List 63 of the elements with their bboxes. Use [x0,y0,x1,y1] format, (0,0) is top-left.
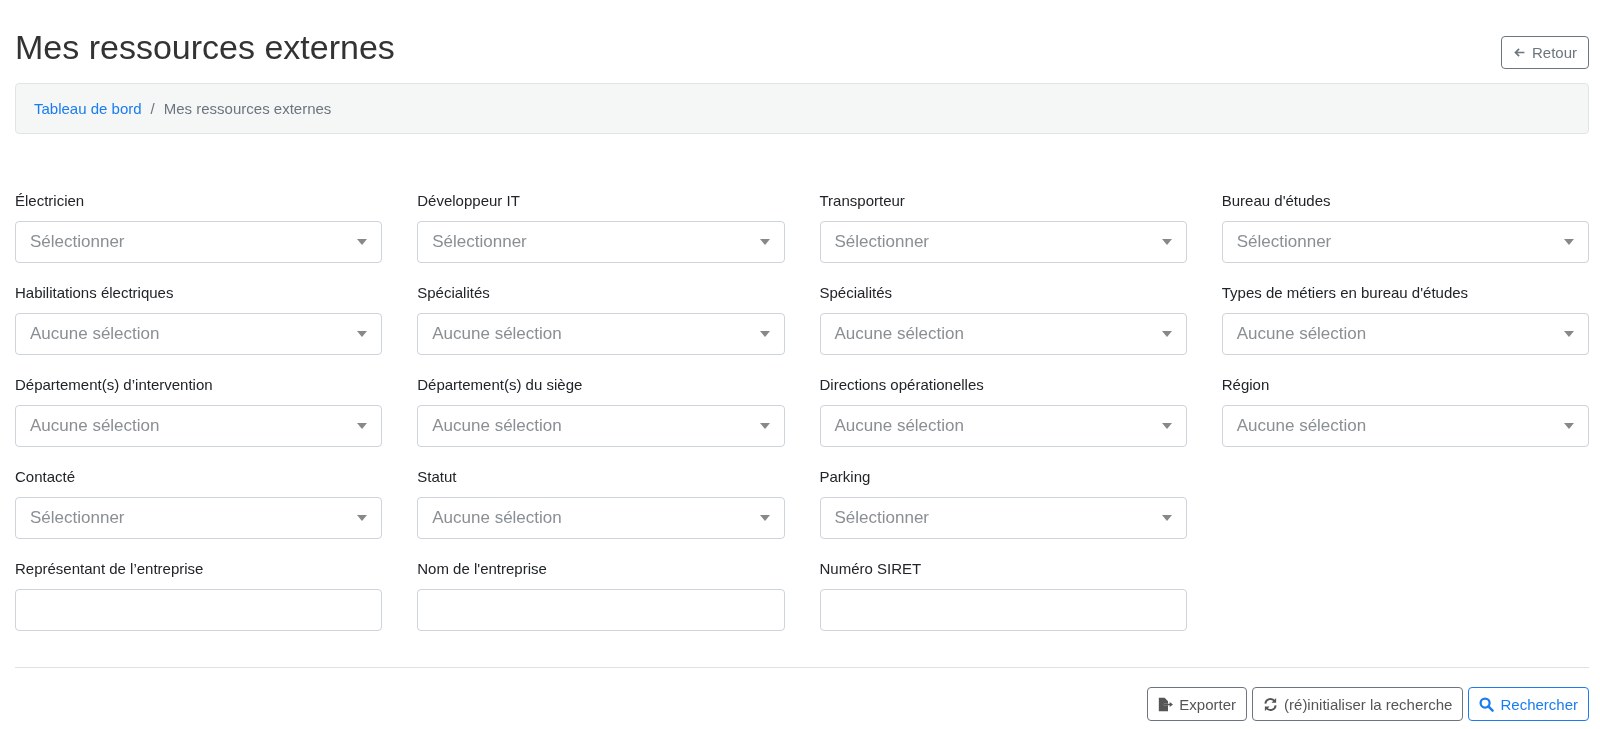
field-label: Département(s) d’intervention [15,375,214,395]
arrow-left-icon [1512,46,1526,59]
field-label: Spécialités [417,283,491,303]
select-field[interactable]: Aucune sélection [1221,405,1589,447]
field-label: Spécialités [819,283,894,303]
select-field[interactable]: Sélectionner [819,497,1187,539]
caret-down-icon [357,239,368,245]
field-label: Électricien [15,191,86,211]
field-label: Bureau d'études [1221,191,1332,211]
field-label: Types de métiers en bureau d'études [1221,283,1470,303]
caret-down-icon [1161,239,1172,245]
caret-down-icon [1564,423,1574,429]
select-field[interactable]: Sélectionner [15,497,383,539]
input-field[interactable] [417,589,785,631]
field-label: Habilitations électriques [15,283,175,303]
caret-down-icon [357,331,368,337]
input-field[interactable] [819,589,1187,631]
reset-button[interactable]: (ré)initialiser la recherche [1252,687,1464,721]
field-label: Contacté [15,467,77,487]
input-field[interactable] [15,589,383,631]
select-field[interactable]: Aucune sélection [417,497,785,539]
select-field[interactable]: Aucune sélection [819,405,1187,447]
search-button[interactable]: Rechercher [1468,687,1589,721]
refresh-icon [1263,696,1279,712]
breadcrumb-current: Mes ressources externes [163,100,332,117]
breadcrumb-separator: / [150,100,155,117]
select-field[interactable]: Aucune sélection [417,313,785,355]
caret-down-icon [357,423,368,429]
field-label: Département(s) du siège [417,375,584,395]
breadcrumb-link[interactable]: Tableau de bord [34,100,142,117]
field-label: Statut [417,467,458,487]
select-field[interactable]: Sélectionner [1221,221,1589,263]
select-field[interactable]: Aucune sélection [15,405,383,447]
field-label: Représentant de l’entreprise [15,559,205,579]
field-label: Numéro SIRET [819,559,923,579]
field-label: Nom de l'entreprise [417,559,548,579]
page-title: Mes ressources externes [15,27,395,68]
caret-down-icon [357,515,368,521]
caret-down-icon [759,239,770,245]
back-button[interactable]: Retour [1500,36,1589,69]
field-label: Région [1221,375,1271,395]
search-icon [1479,696,1495,712]
field-label: Directions opérationelles [819,375,985,395]
field-label: Parking [819,467,872,487]
file-export-icon [1158,696,1174,712]
field-label: Transporteur [819,191,906,211]
select-field[interactable]: Sélectionner [15,221,383,263]
select-field[interactable]: Aucune sélection [15,313,383,355]
select-field[interactable]: Aucune sélection [819,313,1187,355]
select-field[interactable]: Sélectionner [417,221,785,263]
select-field[interactable]: Aucune sélection [1221,313,1589,355]
caret-down-icon [1161,331,1172,337]
caret-down-icon [759,515,770,521]
select-field[interactable]: Aucune sélection [417,405,785,447]
caret-down-icon [759,423,770,429]
caret-down-icon [1161,515,1172,521]
caret-down-icon [1564,331,1574,337]
caret-down-icon [1564,239,1574,245]
caret-down-icon [759,331,770,337]
field-label: Développeur IT [417,191,521,211]
select-field[interactable]: Sélectionner [819,221,1187,263]
export-button[interactable]: Exporter [1147,687,1248,721]
caret-down-icon [1161,423,1172,429]
